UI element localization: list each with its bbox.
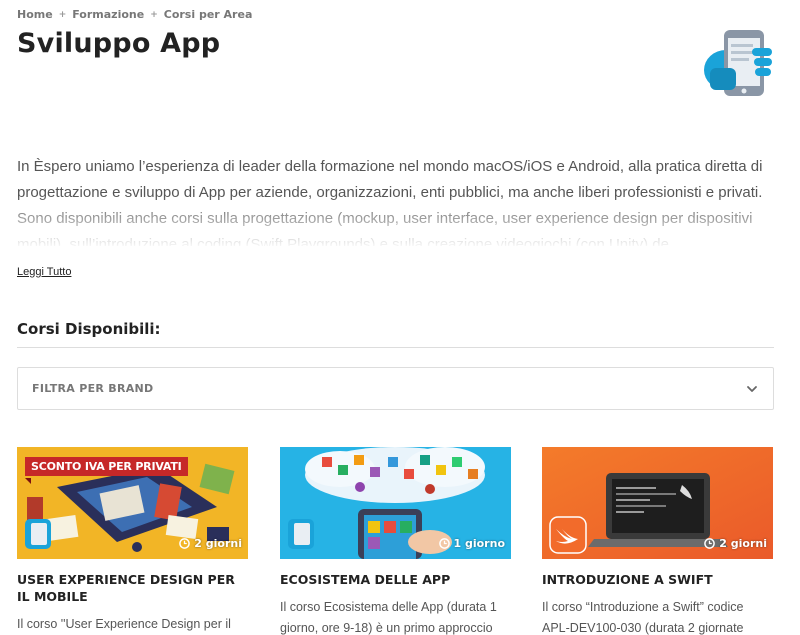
course-card[interactable]: 2 giorni INTRODUZIONE A SWIFT Il corso “… bbox=[542, 447, 773, 635]
discount-badge: SCONTO IVA PER PRIVATI bbox=[25, 457, 188, 476]
breadcrumb-area[interactable]: Corsi per Area bbox=[164, 8, 253, 21]
section-divider bbox=[17, 347, 774, 348]
brand-filter-select[interactable]: FILTRA PER BRAND bbox=[17, 367, 774, 410]
course-thumbnail[interactable]: SCONTO IVA PER PRIVATI 2 giorni bbox=[17, 447, 248, 559]
course-card[interactable]: 1 giorno ECOSISTEMA DELLE APP Il corso E… bbox=[280, 447, 511, 635]
course-description: Il corso ''User Experience Design per il bbox=[17, 617, 231, 631]
section-title: Corsi Disponibili: bbox=[17, 320, 161, 338]
course-title[interactable]: INTRODUZIONE A SWIFT bbox=[542, 571, 773, 588]
course-duration: 2 giorni bbox=[704, 537, 767, 550]
breadcrumb-separator: + bbox=[58, 9, 67, 20]
course-description: Il corso Ecosistema delle App (durata 1 … bbox=[280, 600, 497, 635]
course-thumbnail[interactable]: 2 giorni bbox=[542, 447, 773, 559]
breadcrumb-home[interactable]: Home bbox=[17, 8, 53, 21]
course-duration: 1 giorno bbox=[438, 537, 506, 550]
course-card[interactable]: SCONTO IVA PER PRIVATI 2 giorni USER EXP… bbox=[17, 447, 248, 635]
badge-fold bbox=[25, 478, 31, 484]
chevron-down-icon bbox=[747, 385, 757, 392]
breadcrumb-separator: + bbox=[150, 9, 158, 20]
course-duration-text: 2 giorni bbox=[719, 537, 767, 550]
course-title[interactable]: ECOSISTEMA DELLE APP bbox=[280, 571, 511, 588]
clock-icon bbox=[704, 538, 716, 549]
read-more-link[interactable]: Leggi Tutto bbox=[17, 266, 71, 278]
breadcrumb: Home + Formazione + Corsi per Area bbox=[17, 8, 252, 21]
page-title: Sviluppo App bbox=[17, 28, 221, 59]
course-duration-text: 2 giorni bbox=[194, 537, 242, 550]
breadcrumb-formazione[interactable]: Formazione bbox=[72, 8, 144, 21]
course-duration: 2 giorni bbox=[179, 537, 242, 550]
course-title[interactable]: USER EXPERIENCE DESIGN PER IL MOBILE bbox=[17, 571, 248, 605]
mobile-app-icon bbox=[704, 30, 772, 96]
clock-icon bbox=[438, 538, 450, 549]
intro-text: In Èspero uniamo l’esperienza di leader … bbox=[17, 158, 763, 246]
course-thumbnail[interactable]: 1 giorno bbox=[280, 447, 511, 559]
course-duration-text: 1 giorno bbox=[453, 537, 506, 550]
clock-icon bbox=[179, 538, 191, 549]
intro-text-block: In Èspero uniamo l’esperienza di leader … bbox=[17, 154, 782, 246]
course-description: Il corso “Introduzione a Swift” codice A… bbox=[542, 600, 744, 635]
brand-filter-label: FILTRA PER BRAND bbox=[32, 382, 154, 395]
